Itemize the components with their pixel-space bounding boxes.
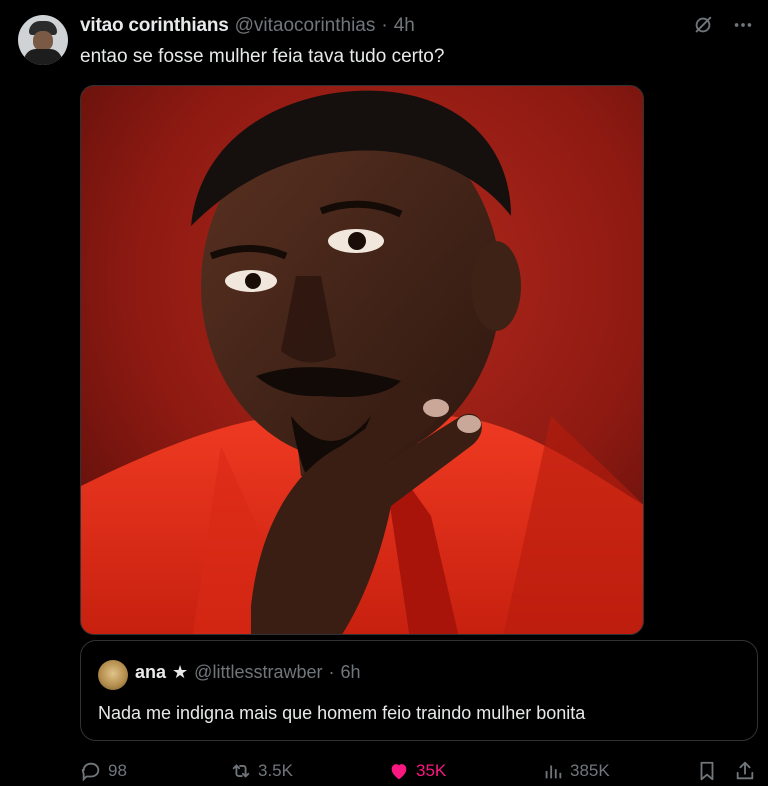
- view-count: 385K: [570, 761, 610, 780]
- reply-icon: [81, 762, 100, 782]
- quoted-author-name[interactable]: ana: [135, 662, 166, 683]
- tweet-top-actions: [692, 14, 754, 36]
- separator-dot: ·: [381, 15, 388, 36]
- tweet-action-bar: 98 3.5K 35K 385K: [80, 760, 758, 784]
- reply-button[interactable]: 98: [80, 760, 127, 782]
- avatar-shirt: [24, 49, 62, 65]
- quoted-tweet[interactable]: ana ★ @littlesstrawber · 6h Nada me indi…: [80, 640, 758, 741]
- quoted-tweet-text: Nada me indigna mais que homem feio trai…: [98, 703, 586, 723]
- star-icon: ★: [172, 662, 189, 682]
- repost-icon: [232, 764, 250, 778]
- share-icon: [736, 761, 754, 780]
- author-handle[interactable]: @vitaocorinthias: [235, 15, 376, 37]
- tweet-header: vitao corinthians @vitaocorinthias · 4h: [80, 15, 415, 37]
- quoted-timestamp[interactable]: 6h: [340, 662, 360, 683]
- repost-count: 3.5K: [258, 761, 293, 780]
- bookmark-icon: [700, 761, 714, 781]
- tweet-timestamp[interactable]: 4h: [394, 15, 415, 37]
- author-name[interactable]: vitao corinthians: [80, 15, 229, 37]
- avatar-face: [33, 31, 53, 51]
- quoted-author-avatar[interactable]: [98, 660, 128, 690]
- quoted-separator-dot: ·: [328, 662, 335, 682]
- like-count: 35K: [416, 761, 447, 780]
- tweet-card: vitao corinthians @vitaocorinthias · 4h …: [0, 0, 768, 786]
- grok-icon[interactable]: [692, 14, 714, 36]
- views-button[interactable]: 385K: [542, 760, 610, 782]
- more-icon[interactable]: [732, 14, 754, 36]
- quoted-author-handle[interactable]: @littlesstrawber: [194, 662, 322, 683]
- bookmark-button[interactable]: [696, 760, 718, 782]
- quoted-tweet-header: ana ★ @littlesstrawber · 6h: [135, 662, 361, 683]
- tweet-text: entao se fosse mulher feia tava tudo cer…: [80, 46, 445, 67]
- share-button[interactable]: [734, 760, 756, 782]
- reply-count: 98: [108, 761, 127, 780]
- analytics-icon: [545, 765, 562, 779]
- tweet-photo[interactable]: [80, 85, 644, 635]
- repost-button[interactable]: 3.5K: [230, 760, 293, 782]
- like-button[interactable]: 35K: [388, 760, 446, 782]
- portrait-image: [81, 86, 643, 634]
- author-avatar[interactable]: [18, 15, 68, 65]
- heart-icon: [391, 764, 407, 780]
